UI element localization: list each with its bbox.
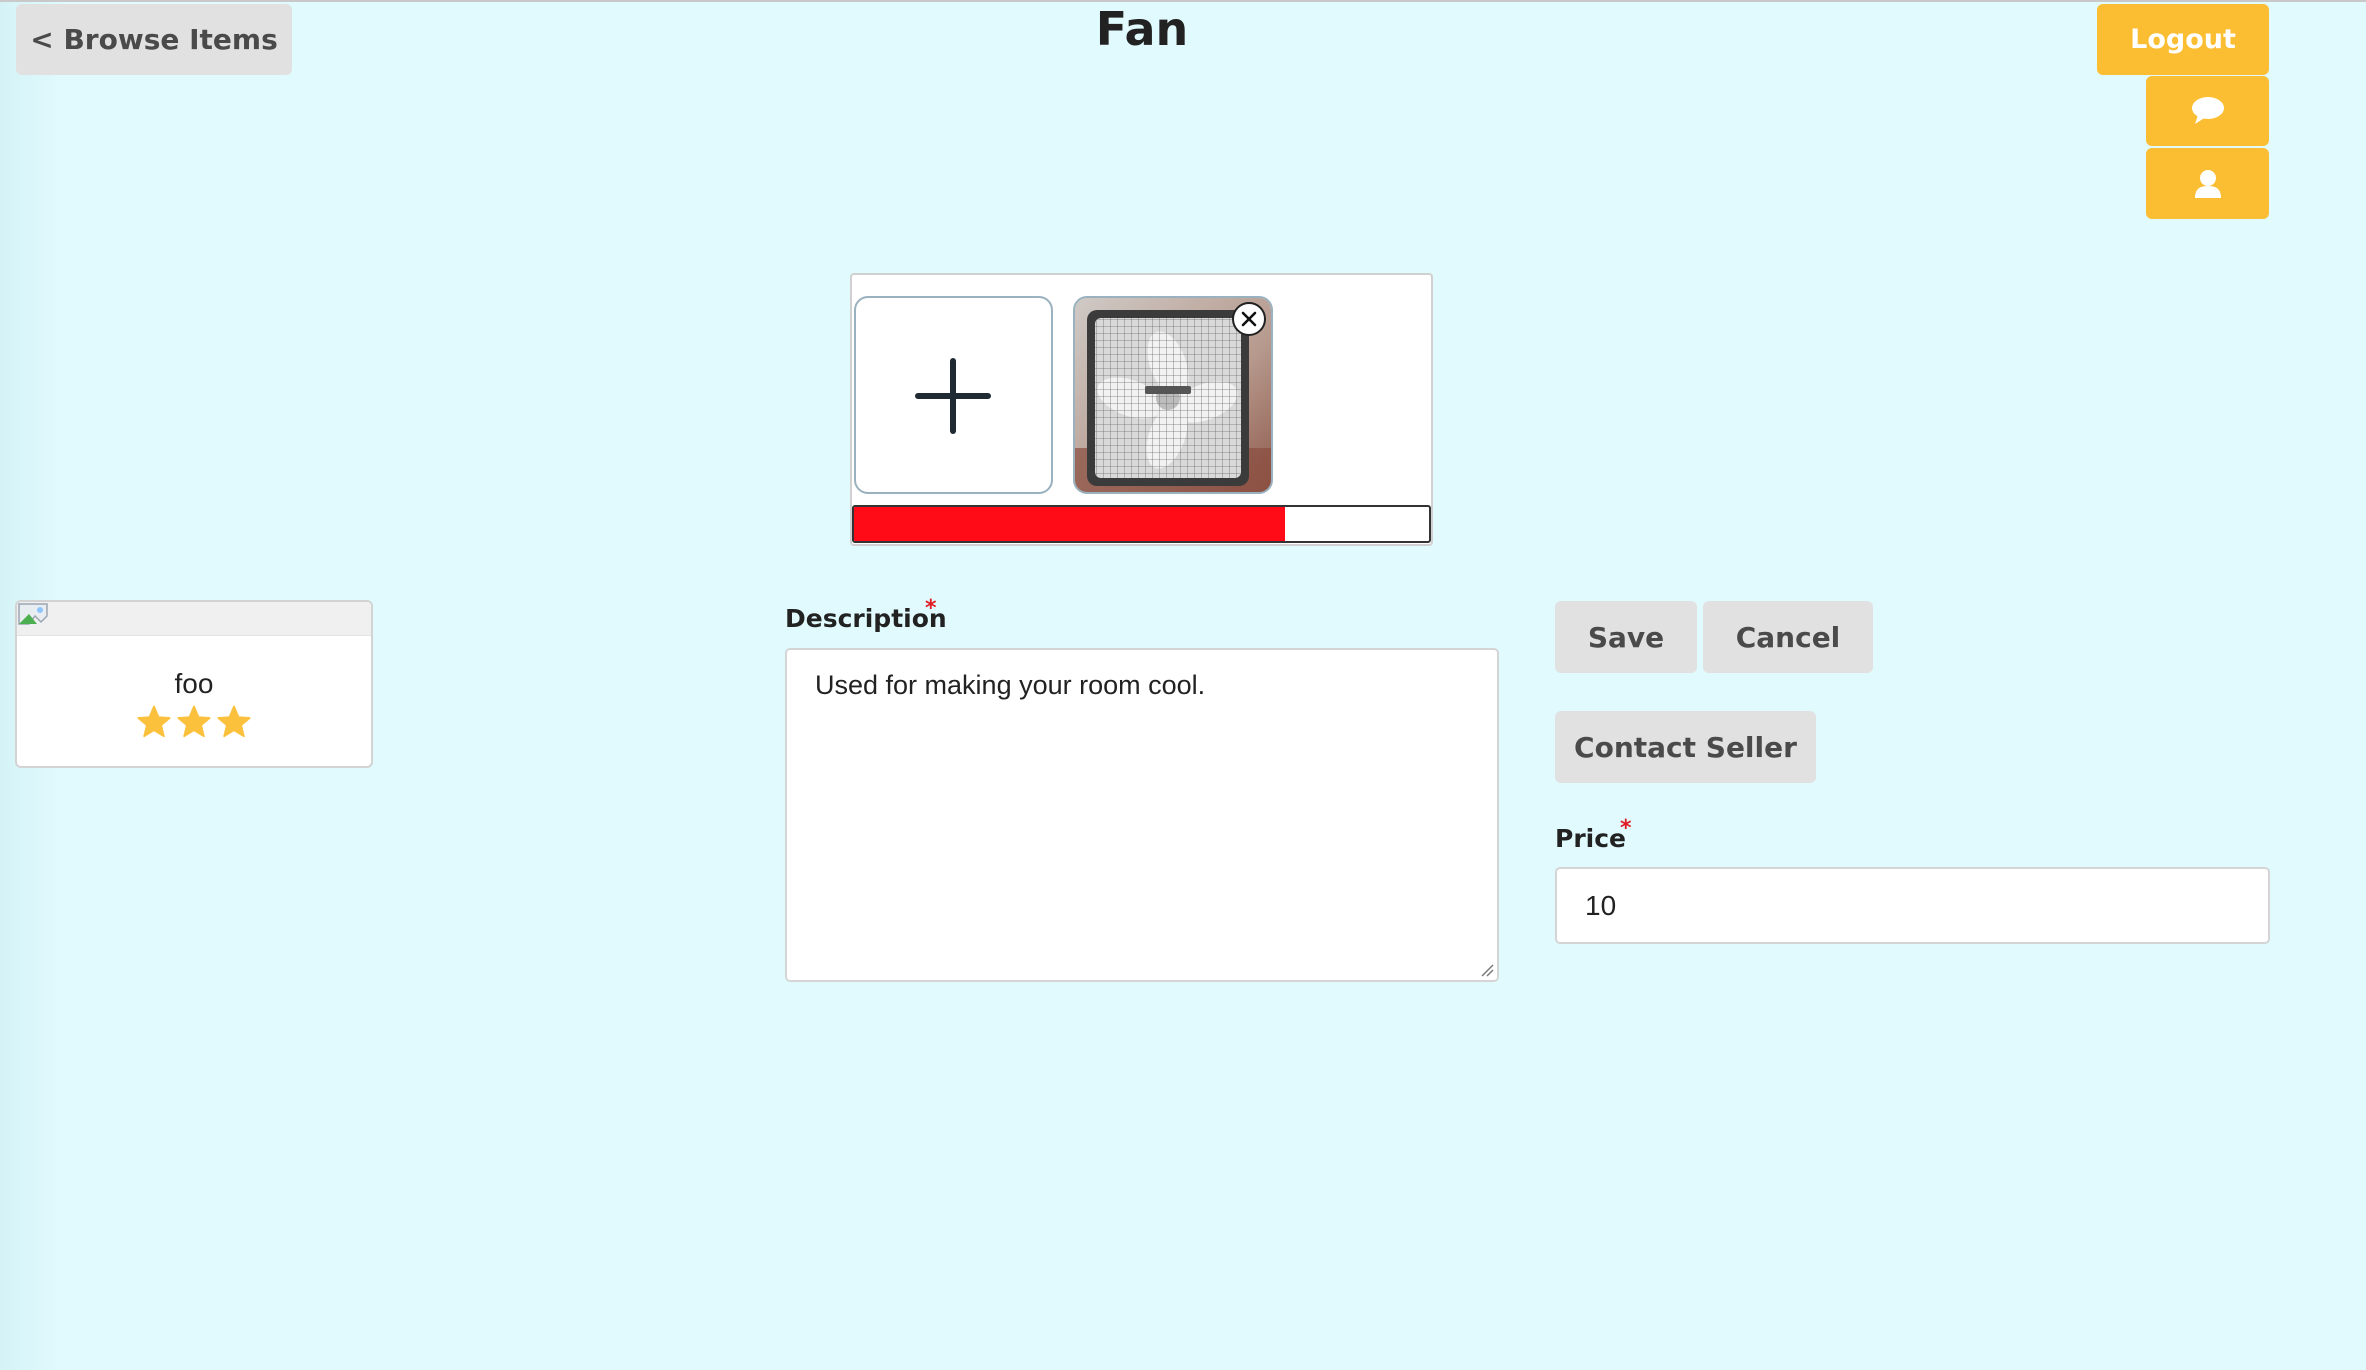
description-textarea[interactable] [785,648,1499,982]
rating-stars [17,704,371,738]
upload-progress-bar [852,505,1431,543]
card-title: foo [174,668,214,699]
user-icon [2194,169,2221,198]
logout-button[interactable]: Logout [2097,4,2269,75]
star-icon [177,705,211,738]
contact-seller-button[interactable]: Contact Seller [1555,711,1816,783]
cancel-button[interactable]: Cancel [1703,601,1873,673]
messages-button[interactable] [2146,76,2269,146]
broken-image-icon [18,603,48,625]
star-icon [217,705,251,738]
add-photo-button[interactable] [854,296,1053,494]
chat-bubble-icon [2191,97,2224,124]
close-icon [1241,311,1257,327]
star-icon [137,705,171,738]
resize-grip-icon[interactable] [1479,962,1495,978]
profile-button[interactable] [2146,148,2269,219]
price-label: Price [1555,824,1626,853]
description-required-marker: * [925,596,937,621]
price-input[interactable] [1555,867,2270,944]
card-image-placeholder [17,602,371,636]
price-required-marker: * [1620,816,1632,841]
upload-progress-fill [854,507,1286,541]
description-label: Description [785,604,947,633]
photo-uploader [850,273,1433,546]
remove-photo-button[interactable] [1232,302,1266,336]
save-button[interactable]: Save [1555,601,1697,673]
item-card[interactable]: foo [15,600,373,768]
plus-icon [915,358,991,434]
page-title: Fan [1095,2,1189,56]
